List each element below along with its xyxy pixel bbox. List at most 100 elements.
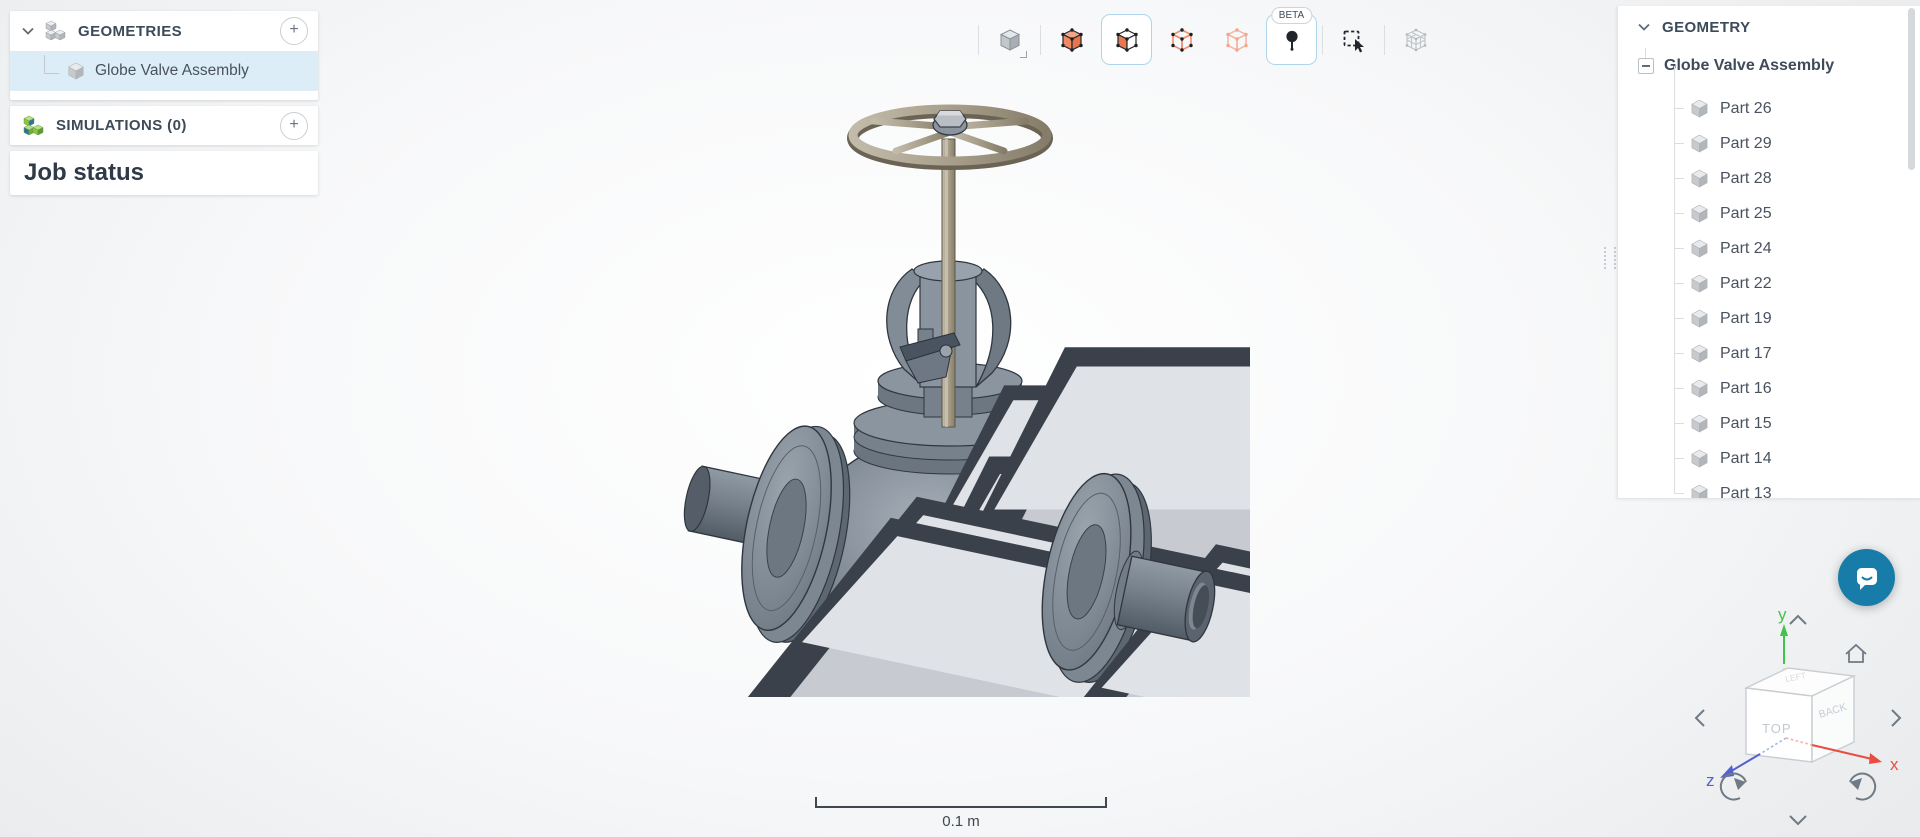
box-select-button[interactable] (1328, 14, 1379, 65)
add-simulation-button[interactable]: + (280, 112, 308, 140)
part-tree-item[interactable]: Part 15 (1618, 406, 1920, 441)
part-tree-item[interactable]: Part 26 (1618, 91, 1920, 126)
part-cube-icon (1690, 379, 1709, 398)
box-select-icon (1341, 27, 1367, 53)
part-cube-icon (1690, 449, 1709, 468)
beta-badge: BETA (1271, 7, 1312, 24)
toolbar-separator (1040, 25, 1041, 55)
chevron-down-icon[interactable] (22, 27, 34, 35)
geometry-panel-header-row[interactable]: GEOMETRY (1618, 6, 1920, 48)
toolbar-separator (978, 25, 979, 55)
scale-bar: 0.1 m (815, 797, 1107, 830)
cube-face-front-label[interactable]: TOP (1762, 721, 1792, 736)
select-faces-cube-icon (1114, 27, 1140, 53)
part-tree-item[interactable]: Part 14 (1618, 441, 1920, 476)
part-label: Part 15 (1720, 415, 1772, 433)
simulations-header-row[interactable]: SIMULATIONS (0) + (10, 106, 318, 145)
part-cube-icon (1690, 239, 1709, 258)
panel-resize-handle[interactable] (1604, 247, 1616, 269)
roll-ccw-button[interactable] (1721, 774, 1746, 800)
select-faces-button[interactable] (1101, 14, 1152, 65)
support-chat-button[interactable] (1838, 549, 1895, 606)
probe-point-icon (1279, 27, 1305, 53)
navigation-cube[interactable]: y TOP BACK LEFT x z (1682, 592, 1914, 832)
select-edges-cube-icon (1169, 27, 1195, 53)
geometries-card: GEOMETRIES + Globe Valve Assembly (10, 11, 318, 100)
home-view-icon[interactable] (1846, 645, 1866, 662)
chat-bubble-icon (1852, 563, 1882, 593)
part-tree-item[interactable]: Part 16 (1618, 371, 1920, 406)
tree-root-row[interactable]: Globe Valve Assembly (1618, 50, 1920, 82)
chevron-down-icon[interactable] (1638, 23, 1650, 31)
add-geometry-button[interactable]: + (280, 17, 308, 45)
axis-y-label: y (1778, 605, 1787, 624)
part-cube-icon (1690, 484, 1709, 499)
geometry-item-label: Globe Valve Assembly (95, 62, 249, 80)
part-label: Part 19 (1720, 310, 1772, 328)
part-cube-icon (1690, 169, 1709, 188)
part-cube-icon (1690, 99, 1709, 118)
roll-cw-button[interactable] (1850, 774, 1875, 800)
simulations-icon (22, 115, 46, 137)
rotate-left-chevron[interactable] (1696, 710, 1704, 726)
part-cube-icon (1690, 134, 1709, 153)
geometry-cube-icon (67, 62, 85, 80)
mesh-visibility-icon (1403, 27, 1429, 53)
toolbar-separator (1322, 25, 1323, 55)
part-label: Part 13 (1720, 485, 1772, 500)
parts-list: Part 26 Part 29 Part 28 Part 25 Part 24 … (1618, 91, 1920, 499)
part-label: Part 22 (1720, 275, 1772, 293)
part-label: Part 17 (1720, 345, 1772, 363)
toolbar-separator (1384, 25, 1385, 55)
part-cube-icon (1690, 344, 1709, 363)
part-label: Part 26 (1720, 100, 1772, 118)
select-volumes-button[interactable] (1046, 14, 1097, 65)
part-cube-icon (1690, 414, 1709, 433)
part-tree-item[interactable]: Part 17 (1618, 336, 1920, 371)
viewport-toolbar: BETA (975, 14, 1443, 65)
axis-x-label: x (1890, 755, 1899, 774)
part-label: Part 29 (1720, 135, 1772, 153)
tree-root-label: Globe Valve Assembly (1664, 57, 1834, 75)
panel-scrollbar-thumb[interactable] (1908, 8, 1915, 170)
part-cube-icon (1690, 274, 1709, 293)
geometries-header: GEOMETRIES (78, 23, 182, 40)
part-tree-item[interactable]: Part 29 (1618, 126, 1920, 161)
part-cube-icon (1690, 204, 1709, 223)
part-tree-item[interactable]: Part 25 (1618, 196, 1920, 231)
select-volumes-cube-icon (1059, 27, 1085, 53)
mesh-visibility-button[interactable] (1390, 14, 1441, 65)
simulations-header: SIMULATIONS (0) (56, 117, 187, 134)
rotate-up-chevron[interactable] (1790, 616, 1806, 624)
geometries-icon (44, 20, 68, 42)
part-label: Part 25 (1720, 205, 1772, 223)
select-vertices-button[interactable] (1211, 14, 1262, 65)
collapse-expander-icon[interactable] (1638, 58, 1654, 74)
view-solid-cube-button[interactable] (984, 14, 1035, 65)
geometry-item-globe-valve-assembly[interactable]: Globe Valve Assembly (10, 51, 318, 91)
part-tree-item[interactable]: Part 28 (1618, 161, 1920, 196)
probe-point-button[interactable]: BETA (1266, 14, 1317, 65)
part-label: Part 28 (1720, 170, 1772, 188)
part-tree-item[interactable]: Part 19 (1618, 301, 1920, 336)
part-label: Part 24 (1720, 240, 1772, 258)
rotate-right-chevron[interactable] (1892, 710, 1900, 726)
geometry-panel-header: GEOMETRY (1662, 19, 1750, 36)
geometries-header-row[interactable]: GEOMETRIES + (10, 11, 318, 51)
job-status-label: Job status (10, 159, 144, 187)
select-edges-button[interactable] (1156, 14, 1207, 65)
nav-cube-body[interactable]: TOP BACK LEFT (1746, 668, 1854, 762)
tree-elbow-connector (44, 55, 59, 74)
rotate-down-chevron[interactable] (1790, 816, 1806, 824)
geometry-tree-panel: GEOMETRY Globe Valve Assembly Part 26 Pa… (1617, 6, 1920, 499)
part-tree-item[interactable]: Part 22 (1618, 266, 1920, 301)
job-status-card[interactable]: Job status (10, 151, 318, 195)
scale-bar-label: 0.1 m (815, 813, 1107, 830)
dropdown-corner-indicator (1020, 51, 1027, 58)
part-tree-item[interactable]: Part 24 (1618, 231, 1920, 266)
axis-z-label: z (1706, 771, 1715, 790)
part-label: Part 16 (1720, 380, 1772, 398)
part-tree-item[interactable]: Part 13 (1618, 476, 1920, 499)
application-window: GEOMETRIES + Globe Valve Assembly SIMULA… (0, 0, 1920, 837)
globe-valve-3d-model[interactable] (650, 85, 1250, 697)
